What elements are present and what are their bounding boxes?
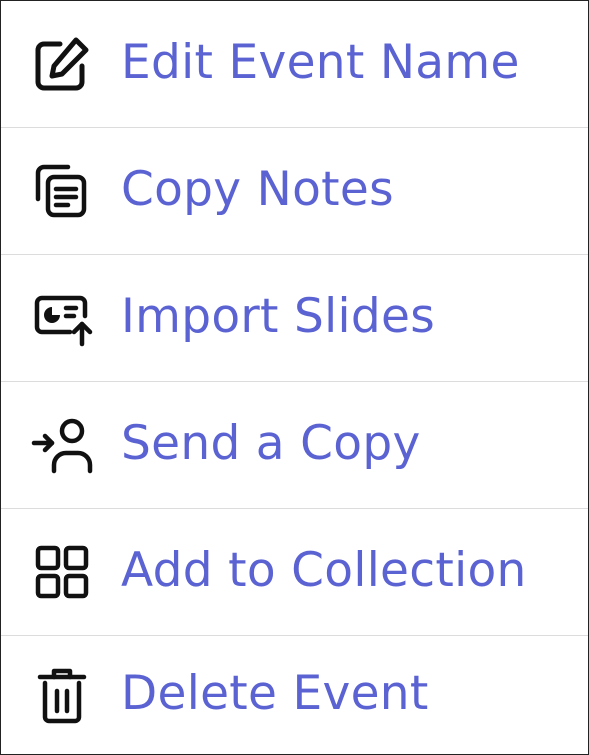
menu-item-label: Copy Notes bbox=[121, 161, 394, 217]
menu-item-import-slides[interactable]: Import Slides bbox=[1, 255, 588, 382]
trash-icon bbox=[30, 663, 94, 727]
grid-icon bbox=[30, 540, 94, 604]
menu-item-label: Delete Event bbox=[121, 665, 429, 721]
menu-item-add-to-collection[interactable]: Add to Collection bbox=[1, 509, 588, 636]
menu-item-label: Edit Event Name bbox=[121, 34, 520, 90]
context-menu: Edit Event Name Copy Notes Import Slides… bbox=[0, 0, 589, 755]
menu-item-label: Add to Collection bbox=[121, 542, 527, 598]
menu-item-label: Import Slides bbox=[121, 288, 436, 344]
menu-item-edit-event-name[interactable]: Edit Event Name bbox=[1, 1, 588, 128]
send-user-icon bbox=[30, 413, 94, 477]
copy-notes-icon bbox=[30, 159, 94, 223]
menu-item-copy-notes[interactable]: Copy Notes bbox=[1, 128, 588, 255]
menu-item-delete-event[interactable]: Delete Event bbox=[1, 636, 588, 754]
menu-item-label: Send a Copy bbox=[121, 415, 421, 471]
edit-icon bbox=[30, 32, 94, 96]
import-slides-icon bbox=[30, 286, 94, 350]
menu-item-send-a-copy[interactable]: Send a Copy bbox=[1, 382, 588, 509]
